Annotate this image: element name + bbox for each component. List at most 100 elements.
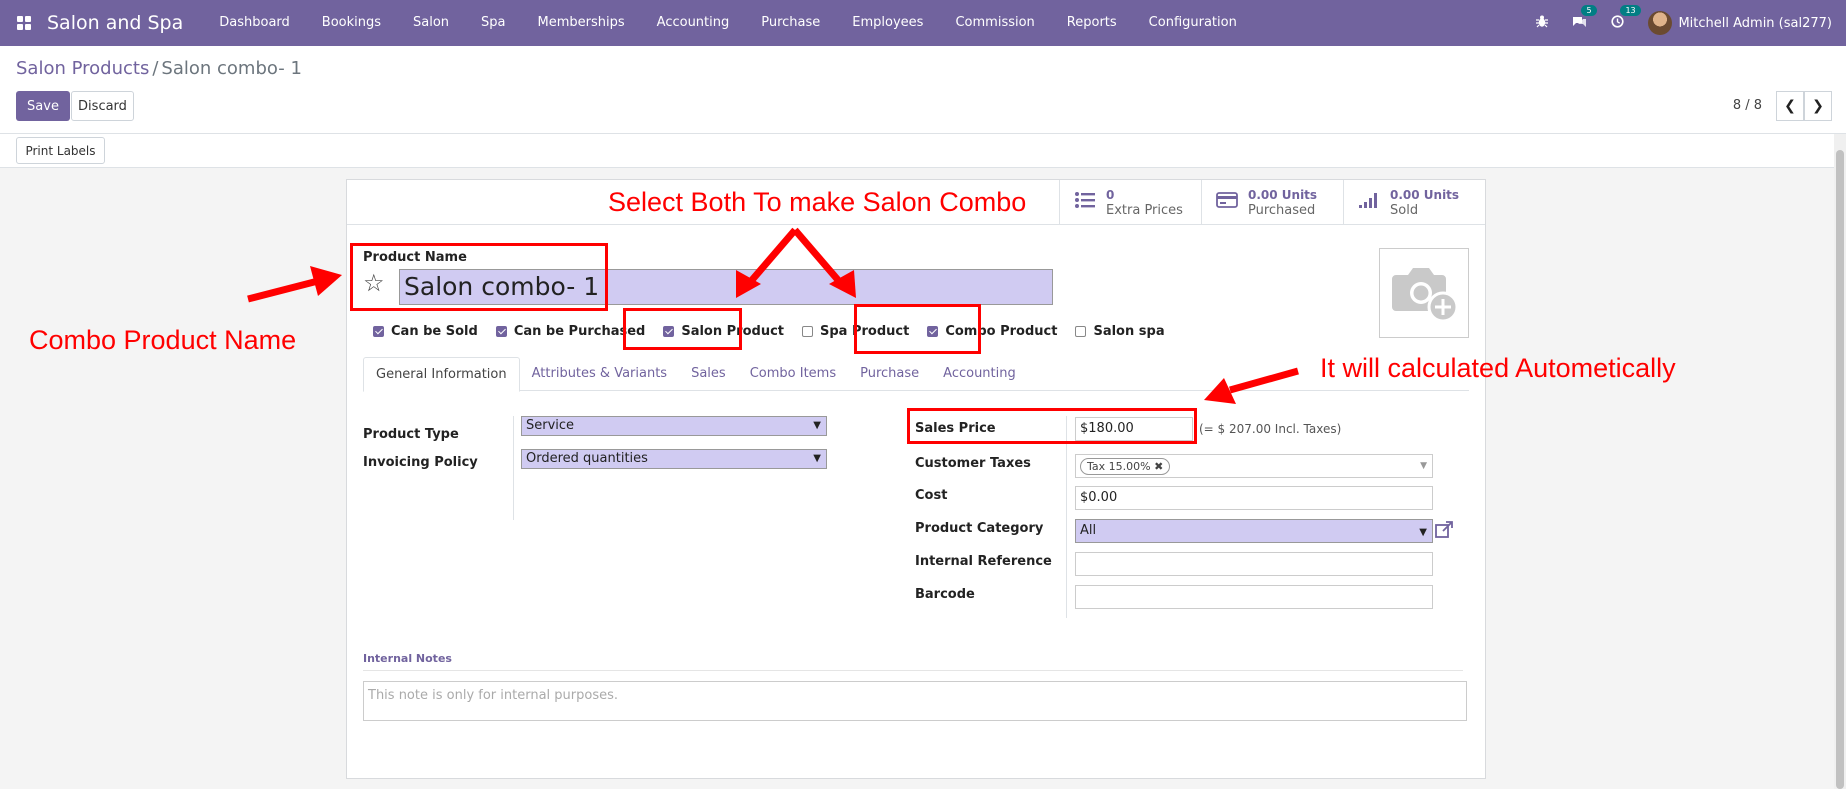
main-menu: Dashboard Bookings Salon Spa Memberships… xyxy=(203,0,1253,46)
control-panel: Salon Products / Salon combo- 1 Save Disca… xyxy=(0,46,1846,134)
cost-label: Cost xyxy=(915,488,948,503)
close-icon[interactable]: ✖ xyxy=(1154,460,1163,473)
cost-input[interactable]: $0.00 xyxy=(1075,486,1433,510)
breadcrumb: Salon Products / Salon combo- 1 xyxy=(16,58,302,79)
checkbox-checked-icon[interactable] xyxy=(495,326,507,337)
invoicing-policy-label: Invoicing Policy xyxy=(363,455,478,470)
customer-taxes-field[interactable]: Tax 15.00% ✖ ▼ xyxy=(1075,454,1433,478)
annotation-box-combo-product xyxy=(854,304,981,354)
save-button[interactable]: Save xyxy=(16,91,70,121)
product-category-select[interactable]: All ▼ xyxy=(1075,519,1433,543)
tax-tag[interactable]: Tax 15.00% ✖ xyxy=(1080,458,1171,475)
annotation-box-product-name xyxy=(350,243,608,311)
menu-accounting[interactable]: Accounting xyxy=(641,0,746,46)
avatar[interactable] xyxy=(1648,11,1673,35)
smart-value: 0.00 Units xyxy=(1248,187,1318,202)
systray: 5 13 Mitchell Admin (sal277) xyxy=(1536,0,1846,46)
breadcrumb-current: Salon combo- 1 xyxy=(161,58,302,79)
arrow-line xyxy=(247,277,319,303)
chevron-down-icon: ▼ xyxy=(1419,527,1427,538)
apps-grid-icon[interactable] xyxy=(17,16,31,30)
checkbox-salon-spa[interactable]: Salon spa xyxy=(1075,324,1165,339)
menu-memberships[interactable]: Memberships xyxy=(522,0,641,46)
invoicing-policy-select[interactable]: Ordered quantities ▼ xyxy=(521,449,827,469)
menu-reports[interactable]: Reports xyxy=(1051,0,1133,46)
internal-reference-label: Internal Reference xyxy=(915,554,1052,569)
smart-button-sold[interactable]: 0.00 Units Sold xyxy=(1343,180,1485,225)
app-brand[interactable]: Salon and Spa xyxy=(47,12,183,34)
smart-buttons: 0 Extra Prices 0.00 Units Purchased 0.00 U… xyxy=(1059,180,1485,225)
tab-combo-items[interactable]: Combo Items xyxy=(738,357,848,390)
messages-icon[interactable]: 5 xyxy=(1572,4,1597,32)
tab-purchase[interactable]: Purchase xyxy=(848,357,931,390)
chevron-right-icon: ❯ xyxy=(1812,98,1824,114)
chevron-down-icon: ▼ xyxy=(1420,461,1427,471)
pager-next-button[interactable]: ❯ xyxy=(1804,91,1832,121)
annotation-combo-product-name: Combo Product Name xyxy=(29,325,297,355)
scrollbar-thumb[interactable] xyxy=(1836,150,1844,789)
external-link-icon[interactable] xyxy=(1435,521,1453,543)
form-statusbar: Print Labels xyxy=(0,134,1846,168)
internal-notes-textarea[interactable]: This note is only for internal purposes. xyxy=(363,681,1467,721)
divider xyxy=(347,224,1059,225)
tab-general-information[interactable]: General Information xyxy=(363,357,520,392)
barcode-input[interactable] xyxy=(1075,585,1433,609)
top-navbar: Salon and Spa Dashboard Bookings Salon S… xyxy=(0,0,1846,46)
menu-employees[interactable]: Employees xyxy=(836,0,939,46)
smart-button-extra-prices[interactable]: 0 Extra Prices xyxy=(1059,180,1201,225)
menu-purchase[interactable]: Purchase xyxy=(745,0,836,46)
pager-value[interactable]: 8 / 8 xyxy=(1733,98,1762,113)
smart-label: Sold xyxy=(1390,202,1419,218)
signal-icon xyxy=(1358,192,1380,213)
annotation-select-both: Select Both To make Salon Combo xyxy=(608,187,1027,217)
checkbox-label: Salon spa xyxy=(1093,324,1165,339)
menu-configuration[interactable]: Configuration xyxy=(1133,0,1253,46)
activities-clock-icon[interactable]: 13 xyxy=(1611,4,1641,32)
tab-sales[interactable]: Sales xyxy=(679,357,738,390)
tab-accounting[interactable]: Accounting xyxy=(931,357,1028,390)
customer-taxes-label: Customer Taxes xyxy=(915,456,1031,471)
chevron-left-icon: ❮ xyxy=(1784,98,1796,114)
user-menu[interactable]: Mitchell Admin (sal277) xyxy=(1678,16,1832,31)
menu-dashboard[interactable]: Dashboard xyxy=(203,0,306,46)
menu-commission[interactable]: Commission xyxy=(939,0,1050,46)
divider xyxy=(363,670,1463,671)
breadcrumb-parent[interactable]: Salon Products xyxy=(16,58,149,79)
bug-icon[interactable] xyxy=(1536,15,1549,32)
checkbox-checked-icon[interactable] xyxy=(373,326,384,337)
product-category-label: Product Category xyxy=(915,521,1044,536)
checkbox-unchecked-icon[interactable] xyxy=(1075,326,1087,337)
divider xyxy=(1066,416,1067,618)
menu-spa[interactable]: Spa xyxy=(465,0,521,46)
tax-tag-label: Tax 15.00% xyxy=(1087,460,1151,473)
internal-notes-title: Internal Notes xyxy=(363,652,452,665)
tab-attributes-variants[interactable]: Attributes & Variants xyxy=(520,357,679,390)
product-type-select[interactable]: Service ▼ xyxy=(521,416,827,436)
smart-value: 0.00 Units xyxy=(1390,187,1460,202)
smart-button-purchased[interactable]: 0.00 Units Purchased xyxy=(1201,180,1343,225)
menu-salon[interactable]: Salon xyxy=(397,0,465,46)
product-type-label: Product Type xyxy=(363,427,459,442)
notebook-tabs: General Information Attributes & Variant… xyxy=(363,357,1469,392)
chevron-down-icon: ▼ xyxy=(813,453,821,464)
messages-badge: 5 xyxy=(1581,4,1597,16)
product-category-value: All xyxy=(1080,523,1097,538)
annotation-auto-calculated: It will calculated Autometically xyxy=(1320,353,1676,383)
list-icon xyxy=(1074,192,1096,213)
discard-button[interactable]: Discard xyxy=(71,91,134,121)
product-flags: Can be Sold Can be Purchased Salon Produ… xyxy=(373,324,1183,339)
product-image-upload[interactable] xyxy=(1379,248,1469,338)
print-labels-button[interactable]: Print Labels xyxy=(16,137,105,164)
checkbox-unchecked-icon[interactable] xyxy=(802,326,813,337)
barcode-label: Barcode xyxy=(915,587,975,602)
chevron-down-icon: ▼ xyxy=(813,420,821,431)
invoicing-policy-value: Ordered quantities xyxy=(526,451,648,466)
smart-value: 0 xyxy=(1106,187,1115,202)
smart-label: Extra Prices xyxy=(1106,202,1183,218)
pager-previous-button[interactable]: ❮ xyxy=(1776,91,1804,121)
activities-badge: 13 xyxy=(1620,4,1641,16)
checkbox-label: Can be Sold xyxy=(391,324,478,339)
checkbox-can-be-sold[interactable]: Can be Sold xyxy=(373,324,478,339)
internal-reference-input[interactable] xyxy=(1075,552,1433,576)
menu-bookings[interactable]: Bookings xyxy=(306,0,397,46)
